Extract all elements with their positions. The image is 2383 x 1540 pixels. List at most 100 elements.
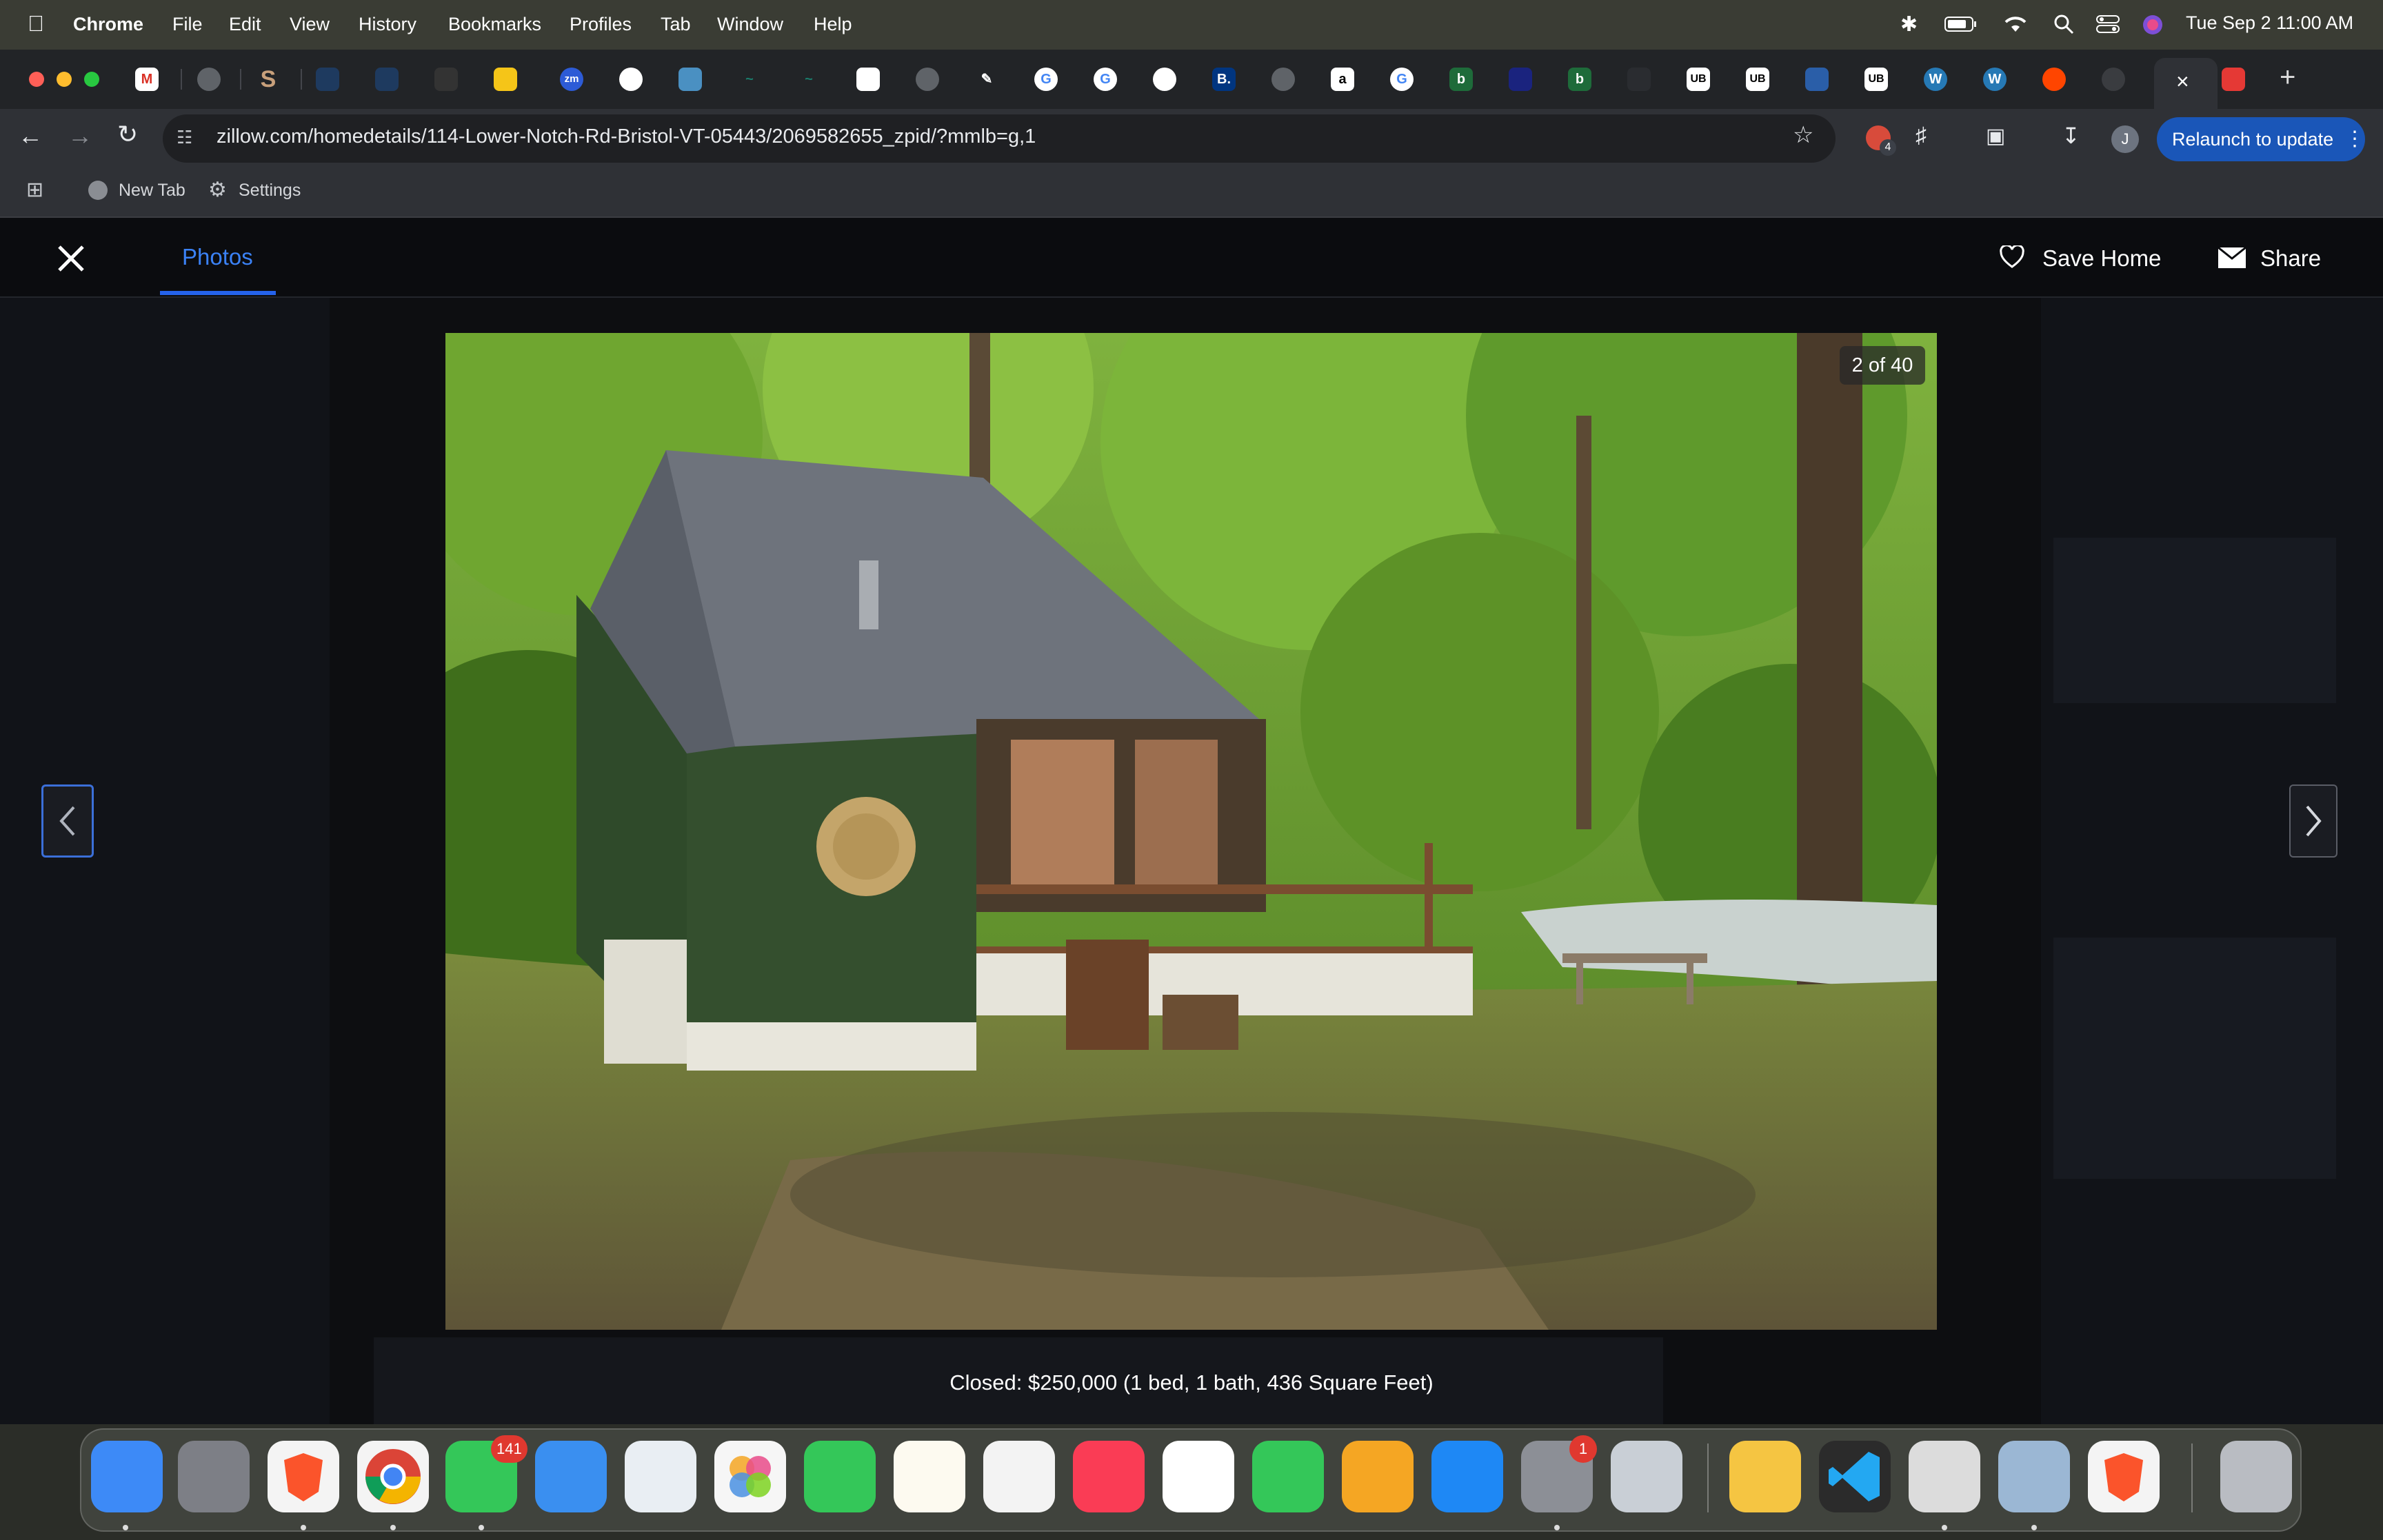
window-zoom-button[interactable] (84, 72, 99, 87)
relaunch-button[interactable]: Relaunch to update ⋮ (2157, 117, 2365, 161)
bluetooth-icon[interactable]: ✱ (1900, 12, 1918, 37)
tab-booking[interactable]: B. (1212, 68, 1236, 91)
vscode-icon[interactable] (1819, 1441, 1891, 1512)
bookmark-settings[interactable]: Settings (239, 181, 301, 201)
tab-s[interactable]: S (257, 68, 280, 91)
tab-ub[interactable]: UB (1864, 68, 1888, 91)
download-icon[interactable]: ↧ (2062, 123, 2080, 149)
tab-reddit-icon[interactable] (2042, 68, 2066, 91)
freeform-icon[interactable] (983, 1441, 1055, 1512)
extensions-puzzle-icon[interactable]: ♯ (1916, 123, 1927, 148)
music-icon[interactable] (1073, 1441, 1145, 1512)
bookmark-new-tab[interactable]: New Tab (119, 181, 185, 201)
tab-chart-icon[interactable] (316, 68, 339, 91)
listing-photo[interactable] (445, 333, 1937, 1330)
sequel-elephant-icon[interactable] (1729, 1441, 1801, 1512)
iphone-mirroring-icon[interactable] (1611, 1441, 1682, 1512)
menu-file[interactable]: File (172, 14, 203, 35)
tab-flag-icon[interactable] (1805, 68, 1829, 91)
close-lightbox-button[interactable] (54, 241, 88, 276)
numbers-icon[interactable] (1252, 1441, 1324, 1512)
tab-search-icon[interactable]: ▣ (1986, 124, 2005, 148)
tab-gear-icon[interactable] (434, 68, 458, 91)
profile-avatar[interactable]: J (2111, 125, 2139, 153)
tab-wave-icon[interactable]: ~ (797, 68, 821, 91)
tab-wordpress-icon[interactable]: W (1924, 68, 1947, 91)
tab-close-icon[interactable]: × (2176, 69, 2189, 94)
clock-datetime[interactable]: Tue Sep 2 11:00 AM (2186, 12, 2353, 34)
menu-window[interactable]: Window (717, 14, 783, 35)
tab-zoom[interactable]: zm (560, 68, 583, 91)
back-arrow-icon[interactable]: ← (18, 121, 43, 150)
tab-ub[interactable]: UB (1746, 68, 1769, 91)
brave-beta-icon[interactable] (2088, 1441, 2160, 1512)
new-tab-plus-icon[interactable]: + (2280, 62, 2295, 93)
site-settings-icon[interactable]: ☷ (177, 127, 192, 148)
brave-icon[interactable] (268, 1441, 339, 1512)
notes-icon[interactable] (894, 1441, 965, 1512)
menu-tab[interactable]: Tab (661, 14, 691, 35)
tab-wave-icon[interactable]: ~ (738, 68, 761, 91)
menu-app-name[interactable]: Chrome (73, 14, 143, 35)
spotlight-search-icon[interactable] (2053, 14, 2074, 39)
apple-icon[interactable]:  (28, 11, 44, 37)
tab-dark-icon[interactable] (1627, 68, 1651, 91)
tab-gmail[interactable]: M (135, 68, 159, 91)
tab-yellow-icon[interactable] (494, 68, 517, 91)
app-store-icon[interactable] (1431, 1441, 1503, 1512)
tab-google-icon[interactable]: G (1034, 68, 1058, 91)
window-minimize-button[interactable] (57, 72, 72, 87)
tab-chart-icon[interactable] (375, 68, 399, 91)
forward-arrow-icon[interactable]: → (68, 121, 92, 150)
tab-b-green[interactable]: b (1568, 68, 1591, 91)
photos-app-icon[interactable] (714, 1441, 786, 1512)
menu-view[interactable]: View (290, 14, 330, 35)
tab-openai-icon[interactable] (2102, 68, 2125, 91)
tab-chatgpt-icon[interactable] (1153, 68, 1176, 91)
menu-edit[interactable]: Edit (229, 14, 261, 35)
tab-globe-icon[interactable] (197, 68, 221, 91)
previous-photo-button[interactable] (41, 784, 94, 858)
menu-help[interactable]: Help (814, 14, 852, 35)
tab-google-icon[interactable]: G (1094, 68, 1117, 91)
control-center-icon[interactable] (2096, 14, 2120, 39)
next-photo-button[interactable] (2289, 784, 2337, 858)
tab-active-zillow[interactable]: × (2154, 58, 2218, 109)
facetime-icon[interactable] (804, 1441, 876, 1512)
tab-globe-icon[interactable] (1271, 68, 1295, 91)
preview-image-icon[interactable] (1998, 1441, 2070, 1512)
bookmark-star-icon[interactable]: ☆ (1793, 121, 1813, 149)
tab-ub[interactable]: UB (1687, 68, 1710, 91)
reload-icon[interactable]: ↻ (117, 120, 138, 149)
tab-b-green[interactable]: b (1449, 68, 1473, 91)
mail-icon[interactable] (535, 1441, 607, 1512)
window-close-button[interactable] (29, 72, 44, 87)
trash-icon[interactable] (2220, 1441, 2292, 1512)
menu-bookmarks[interactable]: Bookmarks (448, 14, 541, 35)
siri-icon[interactable] (2142, 14, 2164, 41)
wifi-icon[interactable] (2002, 14, 2029, 39)
menu-profiles[interactable]: Profiles (570, 14, 632, 35)
share-button[interactable]: Share (2218, 240, 2335, 278)
maps-icon[interactable] (625, 1441, 696, 1512)
tab-pen-icon[interactable]: ✎ (975, 68, 998, 91)
tab-airbnb-icon[interactable] (2222, 68, 2245, 91)
apps-grid-icon[interactable]: ⊞ (26, 178, 43, 202)
news-icon[interactable] (1163, 1441, 1234, 1512)
tab-amazon[interactable]: a (1331, 68, 1354, 91)
finder-icon[interactable] (91, 1441, 163, 1512)
tab-wordpress-icon[interactable]: W (1983, 68, 2007, 91)
tab-google-icon[interactable]: G (1390, 68, 1414, 91)
save-home-button[interactable]: Save Home (2000, 240, 2165, 278)
tab-blue-icon[interactable] (1509, 68, 1532, 91)
tab-grid-icon[interactable] (678, 68, 702, 91)
kebab-menu-icon[interactable]: ⋮ (2344, 117, 2365, 161)
menu-history[interactable]: History (359, 14, 416, 35)
pages-icon[interactable] (1342, 1441, 1414, 1512)
chrome-icon[interactable] (357, 1441, 429, 1512)
battery-icon[interactable] (1944, 15, 1978, 38)
tab-chatgpt-icon[interactable] (619, 68, 643, 91)
tab-mail-icon[interactable] (856, 68, 880, 91)
printer-icon[interactable] (1909, 1441, 1980, 1512)
tab-globe-icon[interactable] (916, 68, 939, 91)
